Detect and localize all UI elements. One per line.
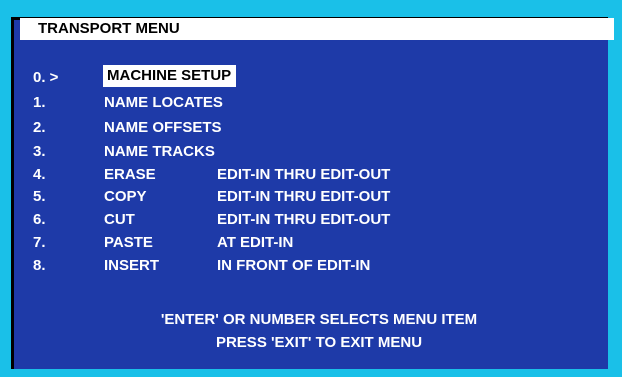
menu-item-number: 5. <box>33 188 46 205</box>
menu-item-description: IN FRONT OF EDIT-IN <box>217 257 371 274</box>
menu-item-label-selected[interactable]: MACHINE SETUP <box>103 65 237 87</box>
footer-instruction-exit: PRESS 'EXIT' TO EXIT MENU <box>215 334 423 351</box>
menu-item-number: 1. <box>33 94 46 111</box>
menu-item-number: 6. <box>33 211 46 228</box>
menu-item-number: 3. <box>33 143 46 160</box>
menu-item-number: 4. <box>33 166 46 183</box>
menu-item-label[interactable]: INSERT <box>104 256 159 276</box>
menu-item-description: EDIT-IN THRU EDIT-OUT <box>217 166 391 183</box>
menu-item-description: AT EDIT-IN <box>217 234 294 251</box>
menu-item-label[interactable]: NAME TRACKS <box>104 142 215 162</box>
menu-item-number: 0. > <box>33 69 59 86</box>
menu-item-description: EDIT-IN THRU EDIT-OUT <box>217 188 391 205</box>
footer-instruction-select: 'ENTER' OR NUMBER SELECTS MENU ITEM <box>160 311 478 328</box>
menu-item-label[interactable]: COPY <box>104 187 147 207</box>
menu-item-label[interactable]: NAME LOCATES <box>104 93 223 113</box>
menu-item-number: 7. <box>33 234 46 251</box>
menu-item-number: 2. <box>33 119 46 136</box>
menu-item-number: 8. <box>33 257 46 274</box>
menu-item-description: EDIT-IN THRU EDIT-OUT <box>217 211 391 228</box>
menu-title: TRANSPORT MENU <box>20 18 614 40</box>
menu-item-label[interactable]: PASTE <box>104 233 153 253</box>
menu-item-label[interactable]: NAME OFFSETS <box>104 118 222 138</box>
menu-item-label[interactable]: CUT <box>104 210 135 230</box>
menu-item-label[interactable]: ERASE <box>104 165 156 185</box>
